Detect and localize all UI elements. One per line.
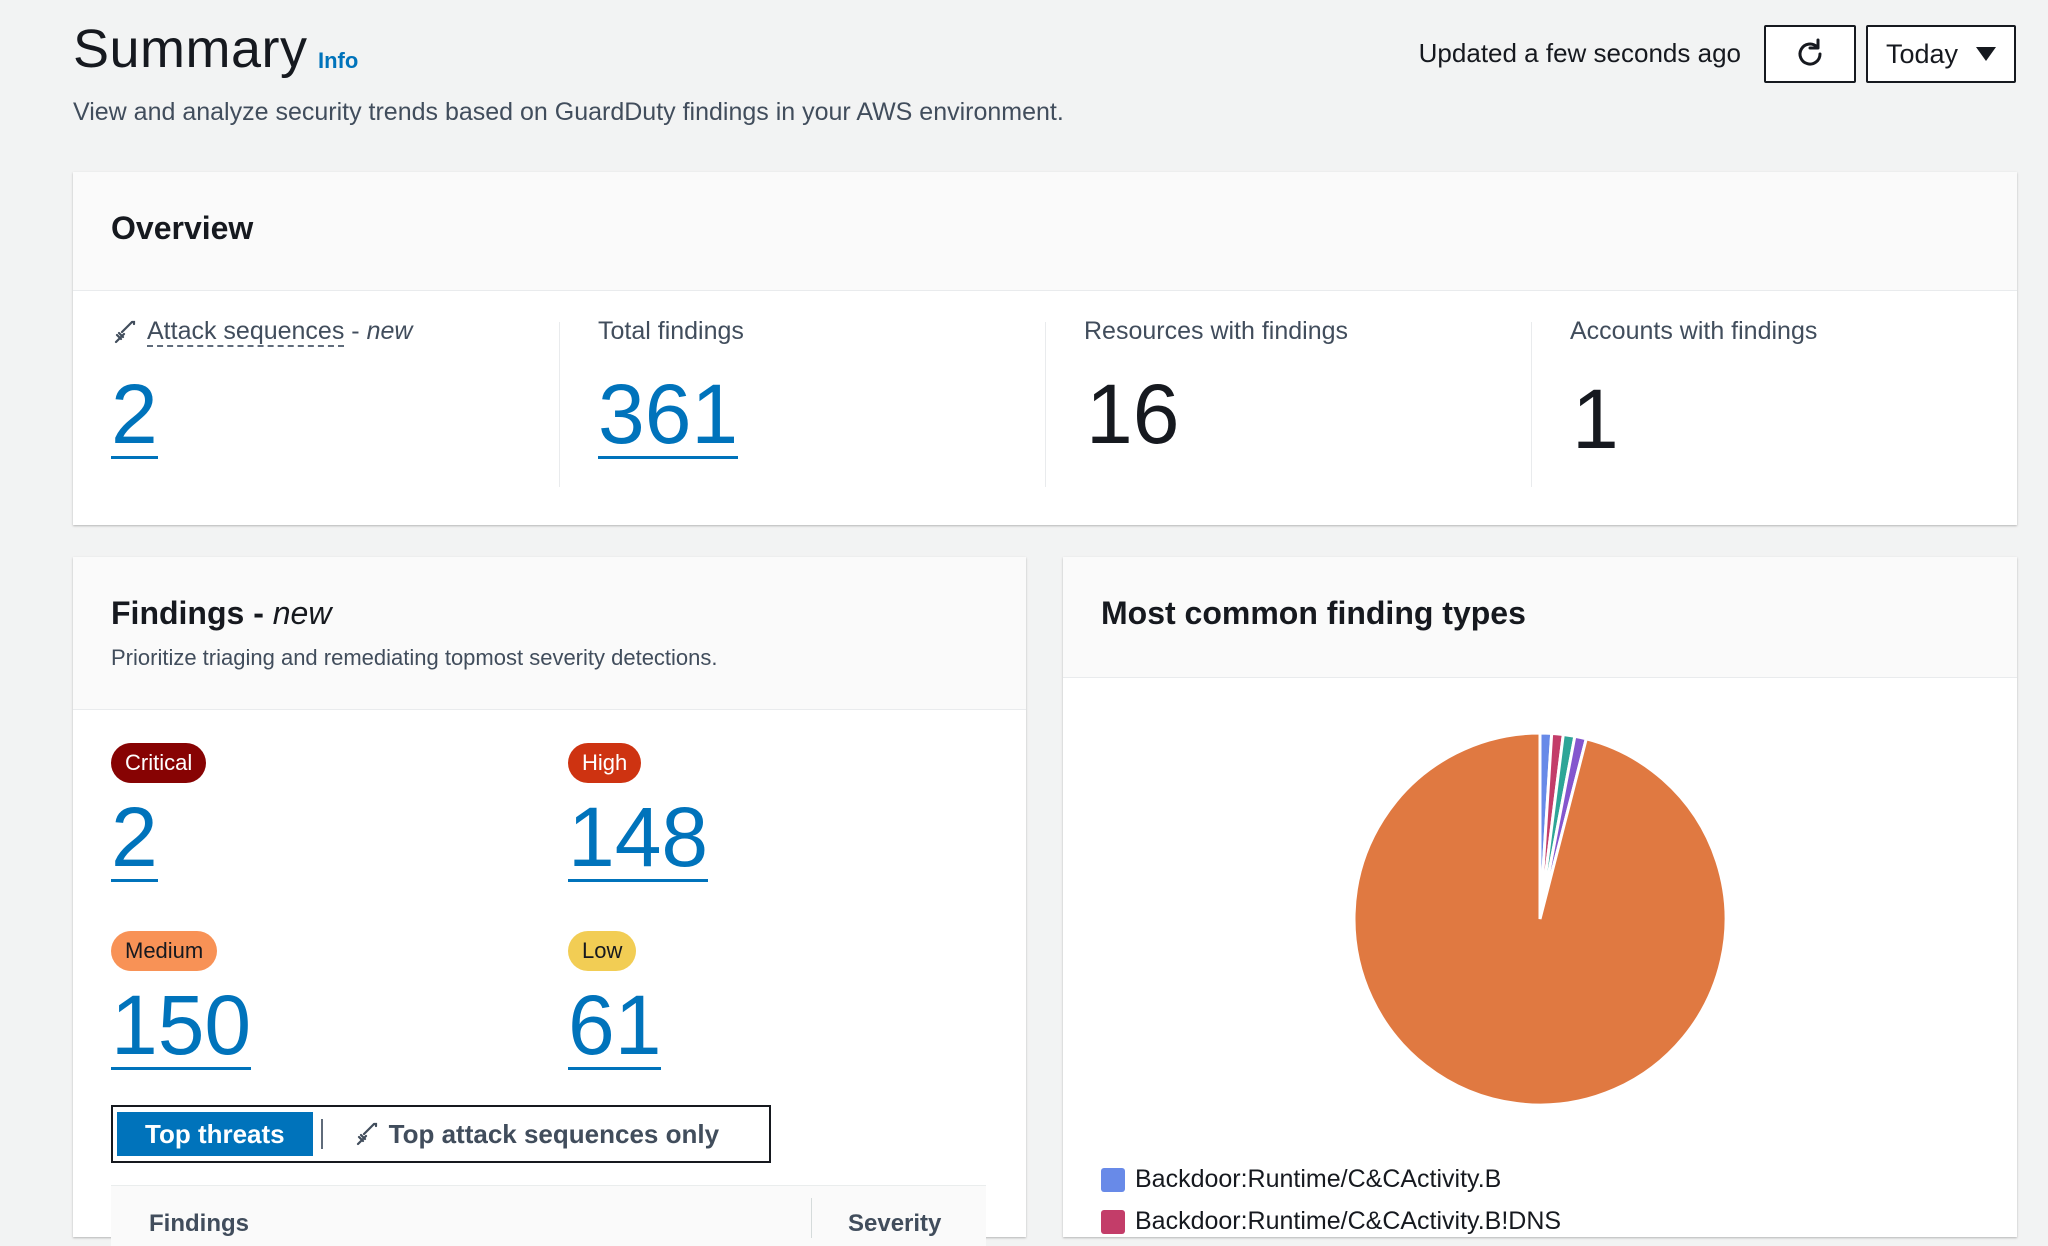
findings-title: Findings - new <box>111 595 332 631</box>
date-range-label: Today <box>1886 38 1959 69</box>
legend-item[interactable]: Backdoor:Runtime/C&CActivity.B <box>1101 1165 1501 1194</box>
tab-top-threats[interactable]: Top threats <box>117 1112 313 1156</box>
attack-sequences-value[interactable]: 2 <box>111 372 158 459</box>
low-count[interactable]: 61 <box>568 983 662 1071</box>
critical-badge: Critical <box>111 743 207 784</box>
tab-top-attack-sequences-label: Top attack sequences only <box>388 1118 720 1149</box>
finding-types-pie-chart <box>1352 731 1728 1107</box>
accounts-value: 1 <box>1572 372 1619 466</box>
overview-title: Overview <box>111 210 254 246</box>
findings-card: Findings - new Prioritize triaging and r… <box>73 557 1026 1246</box>
overview-header: Overview <box>73 172 2017 291</box>
updated-status: Updated a few seconds ago <box>1418 38 1741 68</box>
page-title: Summary <box>73 19 308 79</box>
high-badge: High <box>568 743 642 784</box>
findings-description: Prioritize triaging and remediating topm… <box>111 645 718 670</box>
overview-card: Overview Attack sequences - new 2 Total … <box>73 172 2017 525</box>
finding-types-header: Most common finding types <box>1063 557 2017 678</box>
low-badge: Low <box>568 931 637 972</box>
caret-down-icon <box>1976 47 1996 61</box>
column-severity[interactable]: Severity <box>848 1210 941 1238</box>
stat-total-findings: Total findings 361 <box>598 317 744 487</box>
divider <box>1045 322 1046 487</box>
legend-label: Backdoor:Runtime/C&CActivity.B!DNS <box>1135 1207 1562 1235</box>
divider <box>1531 322 1532 487</box>
severity-medium: Medium 150 <box>111 931 252 1071</box>
column-divider <box>811 1198 812 1238</box>
severity-critical: Critical 2 <box>111 743 207 883</box>
info-link[interactable]: Info <box>318 48 358 74</box>
legend-swatch <box>1101 1209 1125 1234</box>
pie-slice-4[interactable] <box>1352 731 1728 1107</box>
date-range-select[interactable]: Today <box>1866 25 2016 83</box>
severity-low: Low 61 <box>568 931 662 1071</box>
legend-swatch <box>1101 1167 1125 1192</box>
total-findings-label: Total findings <box>598 317 744 345</box>
attack-sequences-label[interactable]: Attack sequences - new <box>147 317 412 347</box>
attack-sequences-label-row: Attack sequences - new <box>111 317 412 347</box>
column-findings[interactable]: Findings <box>149 1210 249 1238</box>
refresh-icon <box>1798 38 1822 66</box>
legend-item[interactable]: Backdoor:Runtime/C&CActivity.B!DNS <box>1101 1207 1561 1236</box>
findings-table-header: Findings Severity <box>111 1185 986 1246</box>
resources-label: Resources with findings <box>1084 317 1349 345</box>
medium-badge: Medium <box>111 931 218 972</box>
stat-accounts: Accounts with findings 1 <box>1570 317 1817 487</box>
page-subtitle: View and analyze security trends based o… <box>73 98 1064 126</box>
segment-divider <box>320 1119 323 1149</box>
medium-count[interactable]: 150 <box>111 983 252 1071</box>
total-findings-value[interactable]: 361 <box>598 372 739 459</box>
legend-label: Backdoor:Runtime/C&CActivity.B <box>1135 1165 1502 1193</box>
finding-types-card: Most common finding types Backdoor:Runti… <box>1063 557 2017 1237</box>
page-header: Summary Info View and analyze security t… <box>73 18 2016 138</box>
resources-value: 16 <box>1086 367 1180 461</box>
severity-high: High 148 <box>568 743 709 883</box>
high-count[interactable]: 148 <box>568 795 709 883</box>
stat-resources: Resources with findings 16 <box>1084 317 1348 487</box>
accounts-label: Accounts with findings <box>1570 317 1818 345</box>
tab-top-attack-sequences[interactable]: Top attack sequences only <box>331 1119 741 1150</box>
findings-segmented-control: Top threats Top attack sequences only <box>111 1105 771 1163</box>
stat-attack-sequences: Attack sequences - new 2 <box>111 317 412 487</box>
refresh-button[interactable] <box>1764 25 1856 83</box>
findings-header: Findings - new Prioritize triaging and r… <box>73 557 1026 710</box>
sword-icon <box>114 320 136 343</box>
critical-count[interactable]: 2 <box>111 795 158 883</box>
sword-icon <box>356 1122 377 1146</box>
divider <box>559 322 560 487</box>
finding-types-title: Most common finding types <box>1101 595 1526 631</box>
